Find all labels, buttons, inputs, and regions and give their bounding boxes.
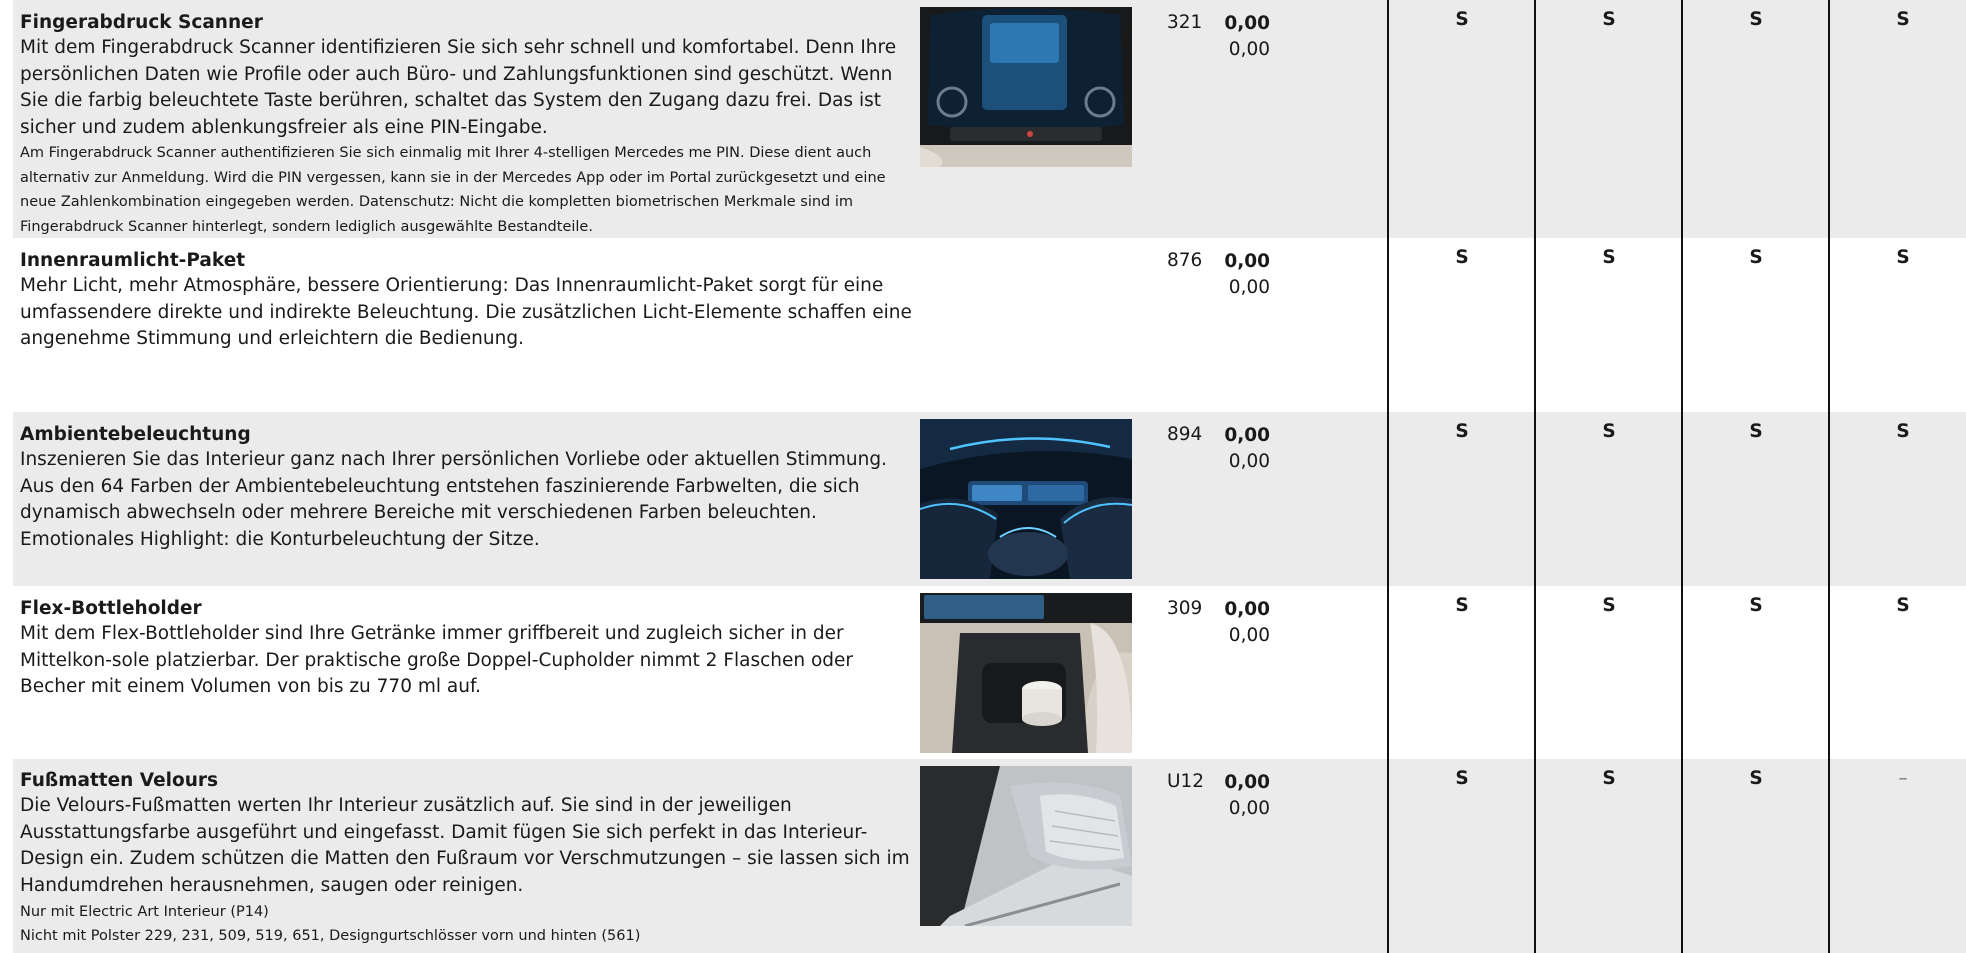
availability-col-3: S	[1749, 421, 1763, 442]
table-row-fussmatten-velours: Fußmatten Velours Die Velours-Fußmatten …	[13, 759, 1966, 953]
availability-col-4: S	[1896, 421, 1910, 442]
price-primary: 0,00	[1224, 425, 1270, 446]
row-price: 0,00 0,00	[1224, 597, 1270, 649]
row-title: Innenraumlicht-Paket	[20, 250, 246, 271]
center-console-cupholder-photo	[920, 593, 1132, 753]
table-row-fingerabdruck-scanner: Fingerabdruck Scanner Mit dem Fingerabdr…	[13, 0, 1966, 238]
row-note: Nur mit Electric Art Interieur (P14)	[20, 904, 269, 920]
availability-col-1: S	[1455, 421, 1469, 442]
row-body: Inszenieren Sie das Interieur ganz nach …	[20, 449, 887, 550]
price-secondary: 0,00	[1228, 625, 1270, 646]
ambient-lighting-interior-photo	[920, 419, 1132, 579]
row-title: Fingerabdruck Scanner	[20, 12, 263, 33]
availability-col-4: S	[1896, 9, 1910, 30]
availability-col-3: S	[1749, 595, 1763, 616]
availability-col-2: S	[1602, 595, 1616, 616]
column-divider	[1387, 0, 1389, 953]
column-divider	[1534, 0, 1536, 953]
availability-col-4: S	[1896, 247, 1910, 268]
row-title: Ambientebeleuchtung	[20, 424, 251, 445]
availability-col-1: S	[1455, 768, 1469, 789]
row-code: U12	[1167, 771, 1205, 792]
availability-col-3: S	[1749, 9, 1763, 30]
row-code: 309	[1167, 598, 1203, 619]
column-divider	[1828, 0, 1830, 953]
price-secondary: 0,00	[1228, 451, 1270, 472]
equipment-price-list: Fingerabdruck Scanner Mit dem Fingerabdr…	[0, 0, 1966, 953]
row-note: Nicht mit Polster 229, 231, 509, 519, 65…	[20, 928, 641, 944]
table-row-flex-bottleholder: Flex-Bottleholder Mit dem Flex-Bottlehol…	[13, 586, 1966, 759]
row-description: Innenraumlicht-Paket Mehr Licht, mehr At…	[20, 249, 916, 353]
row-description: Fußmatten Velours Die Velours-Fußmatten …	[20, 769, 916, 947]
column-divider	[1681, 0, 1683, 953]
row-body: Mit dem Fingerabdruck Scanner identifizi…	[20, 37, 897, 138]
price-secondary: 0,00	[1228, 39, 1270, 60]
row-code: 894	[1167, 424, 1203, 445]
table-row-ambientebeleuchtung: Ambientebeleuchtung Inszenieren Sie das …	[13, 412, 1966, 586]
availability-col-1: S	[1455, 247, 1469, 268]
row-body: Die Velours-Fußmatten werten Ihr Interie…	[20, 795, 910, 896]
price-primary: 0,00	[1224, 772, 1270, 793]
availability-col-3: S	[1749, 768, 1763, 789]
price-primary: 0,00	[1224, 599, 1270, 620]
availability-col-3: S	[1749, 247, 1763, 268]
row-price: 0,00 0,00	[1224, 11, 1270, 63]
row-code: 321	[1167, 12, 1203, 33]
row-price: 0,00 0,00	[1224, 770, 1270, 822]
row-description: Fingerabdruck Scanner Mit dem Fingerabdr…	[20, 11, 916, 238]
availability-col-2: S	[1602, 247, 1616, 268]
row-title: Fußmatten Velours	[20, 770, 219, 791]
availability-col-2: S	[1602, 9, 1616, 30]
availability-col-1: S	[1455, 9, 1469, 30]
floor-mats-interior-photo	[920, 766, 1132, 926]
price-secondary: 0,00	[1228, 277, 1270, 298]
availability-col-4: –	[1898, 768, 1908, 789]
row-description: Ambientebeleuchtung Inszenieren Sie das …	[20, 423, 916, 553]
table-row-innenraumlicht-paket: Innenraumlicht-Paket Mehr Licht, mehr At…	[13, 238, 1966, 412]
row-price: 0,00 0,00	[1224, 249, 1270, 301]
row-title: Flex-Bottleholder	[20, 598, 202, 619]
row-body: Mehr Licht, mehr Atmosphäre, bessere Ori…	[20, 275, 912, 349]
dashboard-touchscreen-photo	[920, 7, 1132, 167]
availability-col-1: S	[1455, 595, 1469, 616]
row-description: Flex-Bottleholder Mit dem Flex-Bottlehol…	[20, 597, 916, 701]
row-body: Mit dem Flex-Bottleholder sind Ihre Getr…	[20, 623, 854, 697]
availability-col-4: S	[1896, 595, 1910, 616]
price-primary: 0,00	[1224, 251, 1270, 272]
price-primary: 0,00	[1224, 13, 1270, 34]
row-price: 0,00 0,00	[1224, 423, 1270, 475]
price-secondary: 0,00	[1228, 798, 1270, 819]
row-code: 876	[1167, 250, 1203, 271]
availability-col-2: S	[1602, 421, 1616, 442]
availability-col-2: S	[1602, 768, 1616, 789]
row-note: Am Fingerabdruck Scanner authentifiziere…	[20, 145, 886, 235]
